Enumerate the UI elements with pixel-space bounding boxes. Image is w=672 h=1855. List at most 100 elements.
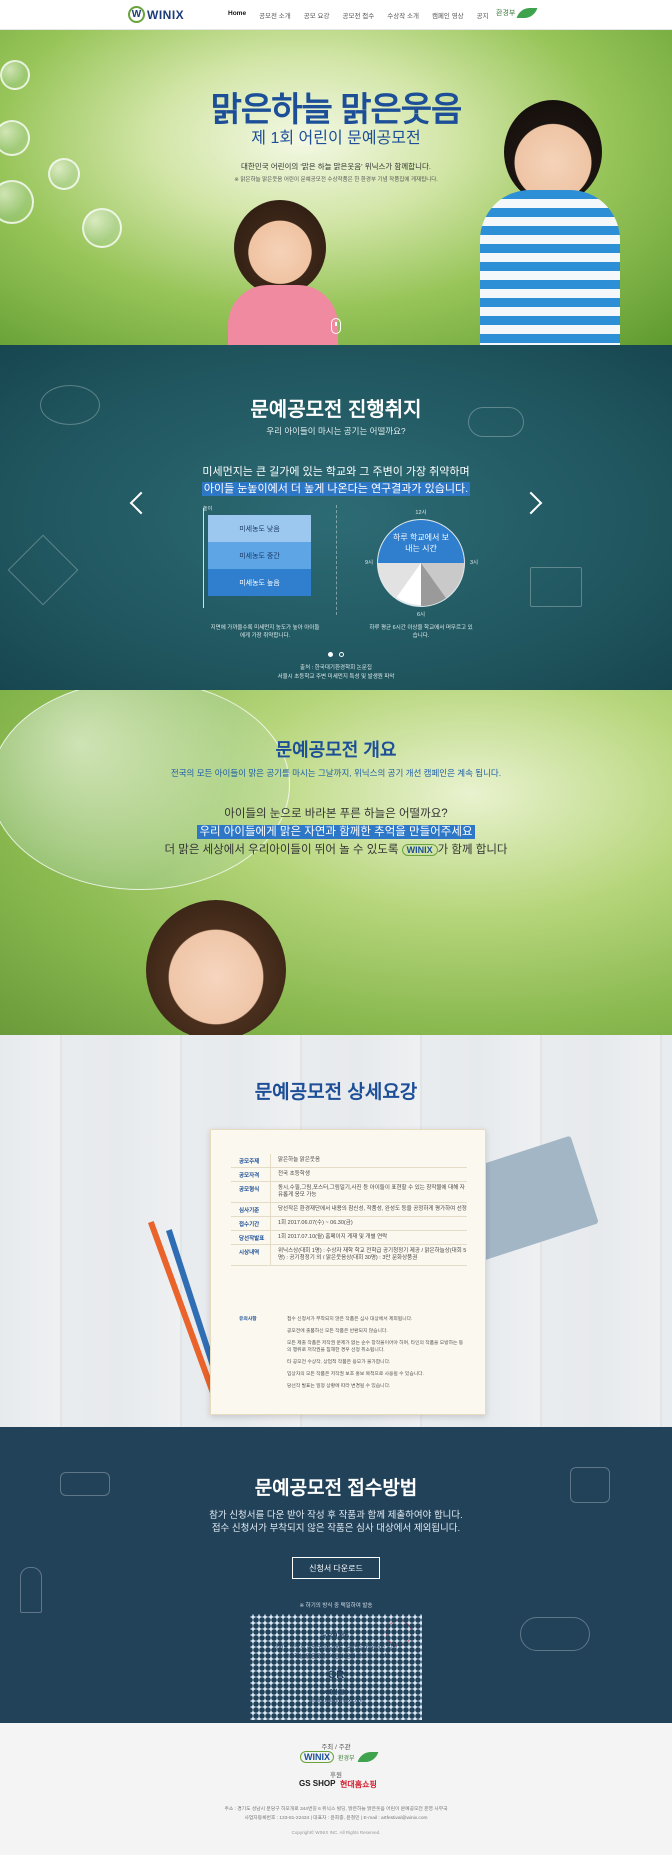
notes-label: 유의사항 — [239, 1317, 257, 1322]
orange-pencil — [148, 1220, 219, 1402]
bar-high: 미세농도 높음 — [208, 569, 311, 596]
hero-section: 맑은하늘 맑은웃음 제 1회 어린이 문예공모전 대한민국 어린이의 '맑은 하… — [0, 30, 672, 345]
download-form-button[interactable]: 신청서 다운로드 — [292, 1557, 380, 1579]
winix-logo-text: WINIX — [147, 7, 185, 22]
boy-shirt — [480, 190, 620, 345]
hero-subtitle: 제 1회 어린이 문예공모전 — [251, 130, 421, 147]
or-separator: OR — [327, 1669, 345, 1681]
top-nav: W WINIX Home 공모전 소개 공모 요강 공모전 접수 수상작 소개 … — [0, 0, 672, 30]
overview-line1: 아이들의 눈으로 바라본 푸른 하늘은 어떨까요? — [224, 808, 448, 820]
list-item: 타 공모전 수상작, 상업적 작품은 응모가 불가합니다. — [287, 1360, 391, 1365]
list-item: 접수 신청서가 부착되지 않은 작품은 심사 대상에서 제외됩니다. — [287, 1317, 413, 1322]
apply-note: ※ 하기의 방식 중 택일하여 발송 — [299, 1603, 373, 1609]
table-row: 공모주제 맑은하늘 맑은웃음 — [231, 1154, 467, 1168]
clock-6: 6시 — [416, 612, 426, 618]
clock-3: 3시 — [469, 560, 479, 566]
bubble-decoration — [82, 208, 122, 248]
bar-mid: 미세농도 중간 — [208, 542, 311, 569]
apply-section: 문예공모전 접수방법 참가 신청서를 다운 받아 작성 후 작품과 함께 제출하… — [0, 1427, 672, 1723]
postmark-icon — [386, 1620, 412, 1646]
notes-block: 유의사항 접수 신청서가 부착되지 않은 작품은 심사 대상에서 제외됩니다. … — [231, 1315, 467, 1394]
list-item: 당선작 발표는 일정 상황에 따라 변경될 수 있습니다. — [287, 1384, 391, 1389]
scroll-mouse-icon[interactable] — [331, 318, 341, 334]
clock-caption: 하루 평균 6시간 이상을 학교에서 머무르고 있습니다. — [369, 625, 473, 639]
list-item: 입상자의 모든 작품은 저작권 보호 홍보 목적으로 사용될 수 있습니다. — [287, 1372, 424, 1377]
row-value: 당선작은 환경재단에서 내용의 참신성, 작품성, 완성도 등을 공정하게 평가… — [278, 1205, 467, 1212]
main-menu: Home 공모전 소개 공모 요강 공모전 접수 수상작 소개 캠페인 영상 공… — [228, 10, 489, 20]
table-row: 당선작발표 1회 2017.07.10(월) 홈페이지 게재 및 개별 연락 — [231, 1230, 467, 1245]
hyundai-homeshopping-logo: 현대홈쇼핑 — [340, 1780, 377, 1789]
overview-line3: 더 맑은 세상에서 우리아이들이 뛰어 놀 수 있도록 WINIX 가 함께 합니… — [0, 841, 672, 857]
slide-dot-2[interactable] — [339, 652, 344, 657]
row-value: 맑은하늘 맑은웃음 — [278, 1157, 321, 1163]
details-table: 공모주제 맑은하늘 맑은웃음 공모자격 전국 초등학생 공모형식 동시,수필,그림,포… — [231, 1154, 467, 1266]
winix-logo[interactable]: W WINIX — [128, 6, 184, 23]
purpose-line1: 미세먼지는 큰 길가에 있는 학교와 그 주변이 가장 취약하며 — [202, 466, 470, 478]
row-key: 심사기준 — [231, 1202, 271, 1216]
row-value: 위닉스상(대회 1명) : 수상자 재학 학교 전학급 공기청정기 제공 / 맑… — [278, 1247, 467, 1262]
apply-line2: 접수 신청서가 부착되지 않은 작품은 심사 대상에서 제외됩니다. — [211, 1523, 461, 1534]
nav-guide[interactable]: 공모 요강 — [304, 10, 330, 20]
nav-intro[interactable]: 공모전 소개 — [259, 10, 291, 20]
purpose-title: 문예공모전 진행취지 — [250, 399, 422, 421]
footer-address-line1: 주소 : 경기도 성남시 분당구 하오개로 344번길 6 위닉스 빌딩, 맑은… — [224, 1807, 448, 1812]
overview-brand: WINIX — [401, 844, 438, 856]
nav-video[interactable]: 캠페인 영상 — [432, 10, 464, 20]
table-row: 접수기간 1회 2017.06.07(수) ~ 06.30(금) — [231, 1216, 467, 1231]
slide-dot-1[interactable] — [328, 652, 333, 657]
table-row: 심사기준 당선작은 환경재단에서 내용의 참신성, 작품성, 완성도 등을 공정하… — [231, 1202, 467, 1217]
list-item: 공모전에 출품하신 모든 작품은 반환되지 않습니다. — [287, 1329, 388, 1334]
source-line1: 출처 : 한국대기환경학회 논문집 — [300, 665, 372, 671]
clock-12: 12시 — [415, 510, 427, 516]
section-divider — [336, 505, 337, 615]
row-key: 공모자격 — [231, 1168, 271, 1181]
hero-description: 대한민국 어린이의 '맑은 하늘 맑은웃음' 위닉스가 함께합니다. — [241, 162, 431, 171]
overview-title: 문예공모전 개요 — [275, 740, 397, 760]
purpose-section: 문예공모전 진행취지 우리 아이들이 마시는 공기는 어떨까요? 미세먼지는 큰… — [0, 345, 672, 690]
list-item: 모든 제출 작품은 저작권 문제가 없는 순수 창작물이어야 하며, 타인의 작… — [287, 1341, 464, 1353]
height-axis — [203, 508, 204, 608]
winix-logo-mark: W — [128, 6, 145, 23]
nav-notice[interactable]: 공지 — [477, 10, 489, 20]
footer: 주최 / 주관 WINIX 환경부 후원 GS SHOP 현대홈쇼핑 주소 : … — [0, 1723, 672, 1855]
row-key: 공모형식 — [231, 1182, 271, 1202]
leaf-icon — [516, 8, 538, 18]
overview-line2: 우리 아이들에게 맑은 자연과 함께한 추억을 만들어주세요 — [0, 823, 672, 839]
height-axis-label: 높이 — [203, 506, 213, 512]
chalk-cloud — [520, 1617, 590, 1651]
details-paper: 공모주제 맑은하늘 맑은웃음 공모자격 전국 초등학생 공모형식 동시,수필,그림,포… — [210, 1129, 486, 1415]
hero-note: ※ 맑은하늘 맑은웃음 어린이 문예공모전 수상작품은 한 환경부 기념 작품집… — [234, 177, 438, 183]
purpose-line2: 아이들 눈높이에서 더 높게 나온다는 연구결과가 있습니다. — [0, 480, 672, 496]
nav-winners[interactable]: 수상작 소개 — [387, 10, 419, 20]
ministry-name: 환경부 — [496, 10, 516, 17]
big-bubble — [0, 690, 290, 890]
row-key: 접수기간 — [231, 1216, 271, 1230]
ministry-logo[interactable]: 환경부 — [496, 8, 538, 18]
table-row: 공모자격 전국 초등학생 — [231, 1168, 467, 1182]
source-line2: 서울시 초등학교 주변 미세먼지 특성 및 발생원 파악 — [277, 674, 395, 680]
row-value: 동시,수필,그림,포스터,그림일기,사진 등 아이들이 표현할 수 있는 창작물… — [278, 1185, 465, 1199]
girl-shirt — [228, 285, 338, 345]
bubble-decoration — [0, 180, 34, 224]
overview-line3b: 가 함께 합니다 — [437, 844, 508, 856]
girl-photo-illustration — [146, 900, 286, 1035]
apply-title: 문예공모전 접수방법 — [254, 1478, 418, 1499]
row-value: 1회 2017.06.07(수) ~ 06.30(금) — [278, 1219, 353, 1226]
table-row: 공모형식 동시,수필,그림,포스터,그림일기,사진 등 아이들이 표현할 수 있는… — [231, 1182, 467, 1203]
clock-9: 9시 — [364, 560, 374, 566]
row-value: 전국 초등학생 — [278, 1171, 310, 1177]
table-row: 시상내역 위닉스상(대회 1명) : 수상자 재학 학교 전학급 공기청정기 제공… — [231, 1244, 467, 1266]
nav-apply[interactable]: 공모전 접수 — [343, 10, 375, 20]
overview-subtitle: 전국의 모든 아이들이 맑은 공기를 마시는 그날까지, 위닉스의 공기 개선 … — [170, 768, 502, 778]
mail-stamp-card: # 우편 접수 경기도 성남시 분당구 하오개로 344번길 6 위닉스 빌딩,… — [250, 1614, 422, 1720]
details-title: 문예공모전 상세요강 — [254, 1082, 418, 1103]
overview-line3a: 더 맑은 세상에서 우리아이들이 뛰어 놀 수 있도록 — [164, 844, 399, 856]
bar-low: 미세농도 낮음 — [208, 515, 311, 542]
clock-center-label: 하루 학교에서 보내는 시간 — [393, 533, 449, 553]
email-address[interactable]: artfestival@winix.com — [250, 1698, 422, 1704]
nav-home[interactable]: Home — [228, 10, 246, 20]
sponsor-label: 후원 — [330, 1772, 342, 1779]
row-key: 시상내역 — [231, 1244, 271, 1265]
bar-caption: 지면에 가까울수록 미세먼지 농도가 높아 아이들에게 가장 취약합니다. — [210, 625, 320, 639]
winix-footer-logo: WINIX — [300, 1751, 334, 1763]
